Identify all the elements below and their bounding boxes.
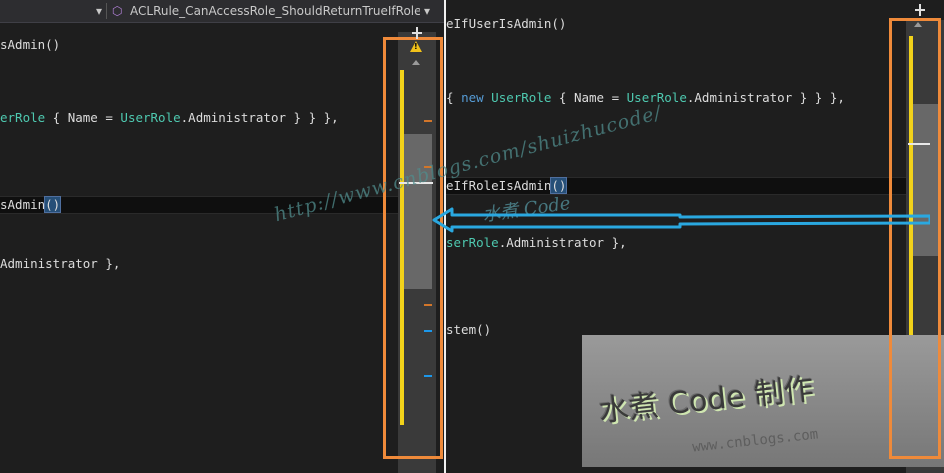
code-text: sAdmin() <box>0 37 61 52</box>
navigation-bar: ▾ ⬡ ACLRule_CanAccessRole_ShouldReturnTr… <box>0 0 444 23</box>
code-text: { Name = <box>551 90 627 105</box>
cube-icon: ⬡ <box>112 4 123 18</box>
method-dropdown-arrow[interactable]: ▾ <box>424 0 430 22</box>
scrollbar-highlight-frame <box>889 18 941 459</box>
split-editor-icon[interactable] <box>914 4 926 16</box>
method-dropdown-label[interactable]: ACLRule_CanAccessRole_ShouldReturnTrueIf… <box>130 0 420 22</box>
code-text: .Administrator } } }, <box>180 110 339 125</box>
code-text: stem() <box>446 322 492 337</box>
type-token: serRole <box>446 235 499 250</box>
code-text: .Administrator } } }, <box>686 90 845 105</box>
nav-separator <box>106 3 107 19</box>
code-line[interactable]: { new UserRole { Name = UserRole.Adminis… <box>446 90 845 106</box>
split-editor-icon[interactable] <box>411 27 423 39</box>
comparison-arrow <box>432 207 930 233</box>
code-text: sAdmin <box>0 197 46 212</box>
type-token: UserRole <box>491 90 552 105</box>
code-text: Administrator }, <box>0 256 121 271</box>
type-token: erRole <box>0 110 46 125</box>
overlay-url-text: www.cnblogs.com <box>691 426 819 456</box>
code-line[interactable]: erRole { Name = UserRole.Administrator }… <box>0 110 339 126</box>
code-line[interactable]: eIfUserIsAdmin() <box>446 16 566 32</box>
code-text: { <box>446 90 462 105</box>
code-line[interactable]: stem() <box>446 322 491 338</box>
code-line[interactable]: sAdmin() <box>0 37 60 53</box>
brace-match-highlight: () <box>44 196 62 213</box>
keyword-token: new <box>461 90 484 105</box>
code-line[interactable]: serRole.Administrator }, <box>446 235 627 251</box>
code-line[interactable]: Administrator }, <box>0 256 120 272</box>
left-editor-pane: ▾ ⬡ ACLRule_CanAccessRole_ShouldReturnTr… <box>0 0 444 473</box>
code-text: eIfUserIsAdmin() <box>446 16 567 31</box>
code-text: eIfRoleIsAdmin <box>446 178 552 193</box>
scrollbar-highlight-frame <box>383 37 443 459</box>
code-text: { Name = <box>45 110 121 125</box>
nav-dropdown-arrow[interactable]: ▾ <box>96 0 102 22</box>
code-line-current[interactable]: sAdmin() <box>0 196 62 213</box>
overlay-brand-text: 水煮 Code 制作 <box>597 371 816 430</box>
code-text: .Administrator }, <box>498 235 627 250</box>
type-token: UserRole <box>120 110 181 125</box>
